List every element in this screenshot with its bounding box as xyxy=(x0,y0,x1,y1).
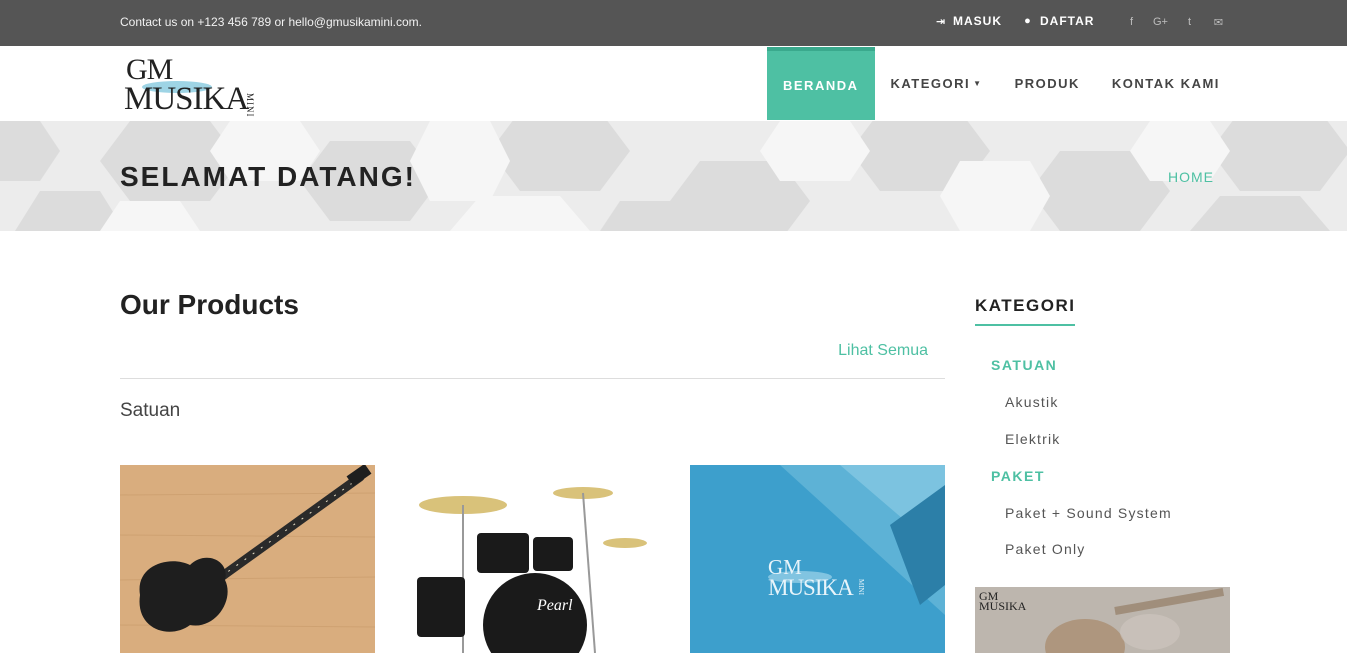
product-card-placeholder[interactable]: GM MUSIKA MINI xyxy=(690,465,945,653)
title-underline xyxy=(975,324,1075,326)
see-all-link[interactable]: Lihat Semua xyxy=(838,342,928,360)
sidebar-item-paket-only[interactable]: Paket Only xyxy=(1005,541,1085,557)
register-link[interactable]: DAFTAR xyxy=(1040,14,1094,28)
top-bar: Contact us on +123 456 789 or hello@gmus… xyxy=(0,0,1347,46)
nav-kontak-kami[interactable]: KONTAK KAMI xyxy=(1096,47,1236,120)
nav-produk[interactable]: PRODUK xyxy=(999,47,1096,120)
page-title: SELAMAT DATANG! xyxy=(120,161,416,192)
sidebar-banner-logo-musika: MUSIKA xyxy=(979,599,1027,613)
electric-guitar-image xyxy=(120,465,375,653)
placeholder-logo: GM MUSIKA MINI xyxy=(768,555,865,600)
drum-kit-image: Pearl xyxy=(405,465,660,653)
sidebar-title: KATEGORI xyxy=(975,296,1076,315)
breadcrumb-home[interactable]: HOME xyxy=(1168,169,1214,185)
header: GM MUSIKA MINI BERANDA KATEGORI ▼ PRODUK … xyxy=(0,46,1347,121)
main-nav: BERANDA KATEGORI ▼ PRODUK KONTAK KAMI xyxy=(767,47,1236,120)
social-links: f G+ t ✉ xyxy=(1124,16,1226,29)
logo-musika: MUSIKA xyxy=(124,81,249,117)
category-label: Satuan xyxy=(120,400,181,421)
sidebar-item-akustik[interactable]: Akustik xyxy=(1005,394,1059,410)
section-heading: Our Products xyxy=(120,289,299,320)
login-link[interactable]: MASUK xyxy=(953,14,1002,28)
login-icon: ⇥ xyxy=(935,15,947,28)
google-plus-icon[interactable]: G+ xyxy=(1153,16,1168,29)
nav-kategori-label: KATEGORI xyxy=(890,76,971,91)
auth-links: ⇥ MASUK ● DAFTAR xyxy=(935,14,1094,28)
user-icon: ● xyxy=(1024,15,1032,27)
facebook-icon[interactable]: f xyxy=(1124,16,1139,29)
site-logo[interactable]: GM MUSIKA MINI xyxy=(124,53,274,118)
nav-kategori[interactable]: KATEGORI ▼ xyxy=(875,47,999,120)
product-card-guitar[interactable] xyxy=(120,465,375,653)
divider xyxy=(120,378,945,379)
email-icon[interactable]: ✉ xyxy=(1211,16,1226,29)
nav-kontak-label: KONTAK KAMI xyxy=(1111,76,1220,91)
sidebar-category-paket[interactable]: PAKET xyxy=(991,468,1045,484)
placeholder-logo-mini: MINI xyxy=(857,579,865,595)
sidebar-banner-image[interactable]: GM MUSIKA xyxy=(975,587,1230,653)
sidebar-item-paket-sound-system[interactable]: Paket + Sound System xyxy=(1005,505,1172,521)
nav-beranda[interactable]: BERANDA xyxy=(767,47,875,120)
sidebar: KATEGORI SATUAN Akustik Elektrik PAKET P… xyxy=(975,231,1230,653)
sidebar-item-elektrik[interactable]: Elektrik xyxy=(1005,431,1061,447)
page-banner: SELAMAT DATANG! HOME xyxy=(0,121,1347,231)
placeholder-logo-gm: GM xyxy=(768,555,802,579)
nav-produk-label: PRODUK xyxy=(1014,76,1080,91)
main-content: Our Products Lihat Semua Satuan Pearl GM… xyxy=(120,231,945,653)
placeholder-logo-musika: MUSIKA xyxy=(768,575,854,600)
pearl-logo-text: Pearl xyxy=(536,597,573,614)
sidebar-category-satuan[interactable]: SATUAN xyxy=(991,357,1057,373)
logo-mini: MINI xyxy=(245,93,255,118)
sidebar-banner-logo: GM MUSIKA xyxy=(979,590,1027,613)
nav-beranda-label: BERANDA xyxy=(783,78,859,93)
caret-down-icon: ▼ xyxy=(973,79,983,88)
product-card-drum[interactable]: Pearl xyxy=(405,465,660,653)
contact-info: Contact us on +123 456 789 or hello@gmus… xyxy=(120,15,423,29)
twitter-icon[interactable]: t xyxy=(1182,16,1197,29)
